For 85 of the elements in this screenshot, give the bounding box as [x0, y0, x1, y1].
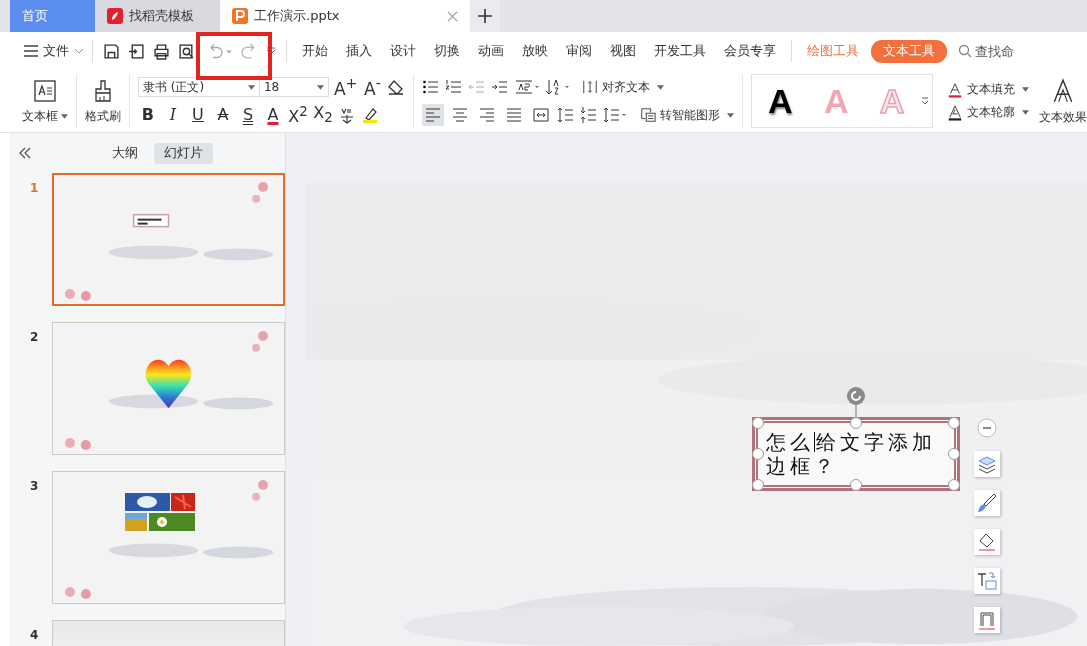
slide-number: 1	[30, 181, 40, 197]
paragraph-spacing-icon[interactable]	[580, 106, 599, 124]
text-outline-button[interactable]: 文本轮廓	[947, 104, 1029, 121]
document-tab[interactable]: 工作演示.pptx	[220, 0, 470, 32]
caret-icon	[61, 113, 68, 119]
caret-icon	[1022, 110, 1029, 115]
text-to-shape-icon[interactable]	[974, 568, 1000, 594]
slide-number: 4	[30, 628, 40, 644]
format-painter-button[interactable]: 格式刷	[85, 78, 121, 124]
menu-icon	[24, 45, 38, 57]
format-button[interactable]: I	[162, 107, 183, 123]
undo-icon[interactable]	[207, 42, 233, 60]
smart-shape-button[interactable]: 转智能图形	[640, 106, 735, 124]
collapse-icon[interactable]	[18, 147, 32, 159]
text-box-button[interactable]: 文本框	[22, 78, 68, 124]
format-button[interactable]: U	[187, 107, 208, 123]
ribbon-tab[interactable]: 审阅	[560, 39, 598, 63]
caret-icon	[657, 84, 665, 90]
ribbon-tab[interactable]: 开始	[296, 39, 334, 63]
file-menu[interactable]: 文件	[24, 42, 84, 60]
print-icon[interactable]	[153, 42, 170, 60]
border-icon[interactable]	[974, 607, 1000, 633]
format-button[interactable]: A	[262, 107, 283, 123]
chevron-icon	[74, 48, 84, 54]
expand-gallery-icon[interactable]	[921, 96, 929, 106]
new-tab-button[interactable]	[470, 0, 500, 32]
close-icon[interactable]	[447, 10, 458, 22]
search-icon[interactable]	[958, 44, 972, 58]
smart-shape-icon	[640, 107, 657, 123]
align-button[interactable]	[422, 104, 445, 126]
print-preview-icon[interactable]	[178, 42, 195, 60]
text-effect-button[interactable]: 文本效果	[1039, 77, 1087, 125]
ribbon-tab[interactable]: 会员专享	[718, 39, 782, 63]
font-size-button[interactable]: A$^{-}$	[362, 76, 383, 98]
text-direction-icon[interactable]	[514, 78, 541, 96]
search-field[interactable]: 查找命	[975, 43, 1019, 59]
collapse-icon[interactable]	[977, 418, 997, 438]
font-dropdown[interactable]: 隶书 (正文)	[137, 77, 260, 97]
text-fill-button[interactable]: 文本填充	[947, 81, 1029, 98]
ribbon-tab[interactable]: 开发工具	[648, 39, 712, 63]
rotate-handle-icon[interactable]	[846, 387, 866, 417]
caret-icon	[1022, 87, 1029, 92]
leaf-logo-icon	[107, 8, 123, 24]
plus-icon	[478, 9, 492, 23]
font-size-dropdown[interactable]: 18	[258, 77, 329, 97]
bullet-list-icon[interactable]	[422, 78, 441, 96]
fill-icon[interactable]	[974, 529, 1000, 555]
brush-icon[interactable]	[974, 490, 1000, 516]
ribbon-tab[interactable]: 动画	[472, 39, 510, 63]
text-style-option[interactable]: A	[768, 81, 793, 121]
align-text-button[interactable]: 对齐文本	[582, 78, 665, 96]
export-icon[interactable]	[128, 42, 145, 60]
format-button[interactable]: X$^{2}$	[287, 104, 308, 126]
document-tab[interactable]: 找稻壳模板	[95, 0, 220, 32]
layers-icon[interactable]	[974, 451, 1000, 477]
ribbon-tab[interactable]: 插入	[340, 39, 378, 63]
font-size-button[interactable]: A$^{+}$	[333, 76, 358, 98]
caret-icon	[247, 84, 255, 90]
format-button[interactable]: B	[137, 107, 158, 123]
highlighter-icon[interactable]	[360, 106, 379, 124]
dropdown-icon[interactable]	[266, 46, 276, 56]
align-text-icon	[582, 79, 599, 95]
format-button[interactable]: A	[212, 107, 233, 123]
slide-number: 3	[30, 479, 40, 495]
format-button[interactable]: X$_{2}$	[312, 105, 333, 125]
ribbon-tab[interactable]: 放映	[516, 39, 554, 63]
save-icon[interactable]	[103, 42, 120, 60]
sort-icon[interactable]	[545, 78, 572, 96]
ribbon-tab[interactable]: 视图	[604, 39, 642, 63]
eraser-icon[interactable]	[387, 78, 406, 96]
panel-tab[interactable]: 幻灯片	[154, 142, 213, 164]
text-fill-icon	[947, 81, 963, 98]
format-button[interactable]: S	[237, 107, 258, 123]
presentation-file-icon	[232, 8, 248, 24]
increase-indent-icon[interactable]	[491, 78, 510, 96]
ribbon-tab[interactable]: 设计	[384, 39, 422, 63]
text-box-text: 怎么 给文字添加边框？	[766, 430, 937, 478]
panel-tab[interactable]: 大纲	[102, 142, 148, 164]
text-outline-icon	[947, 104, 963, 121]
text-box-icon	[33, 78, 57, 103]
caret-icon	[316, 84, 324, 90]
ribbon-tab[interactable]: 切换	[428, 39, 466, 63]
line-spacing-icon[interactable]	[557, 106, 576, 124]
slide-number: 2	[30, 330, 40, 346]
caret-icon	[727, 112, 735, 118]
